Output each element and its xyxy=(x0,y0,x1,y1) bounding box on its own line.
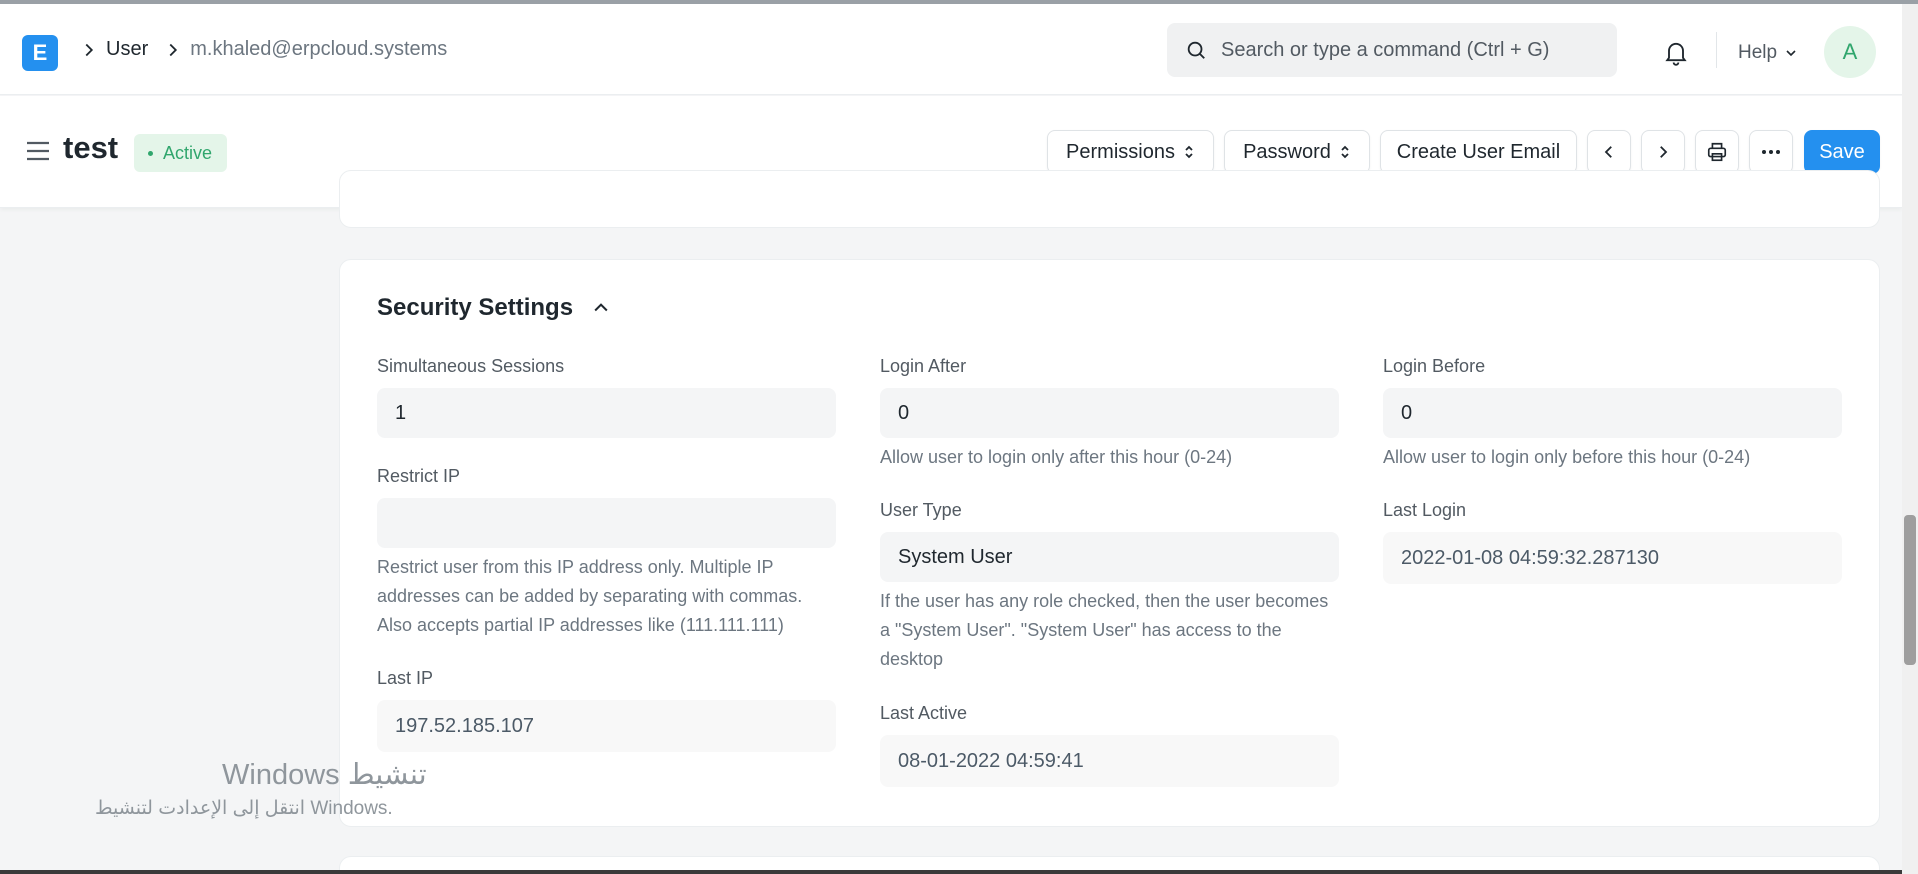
printer-icon xyxy=(1707,142,1727,162)
last-login-value: 2022-01-08 04:59:32.287130 xyxy=(1383,532,1842,584)
user-type-description: If the user has any role checked, then t… xyxy=(880,591,1329,669)
login-after-input[interactable]: 0 xyxy=(880,388,1339,438)
next-record-button[interactable] xyxy=(1641,130,1685,174)
windows-activation-hint: انتقل إلى الإعدادت لتنشيط Windows. xyxy=(95,798,393,819)
navbar: E User m.khaled@erpcloud.systems Search … xyxy=(0,4,1902,95)
chevron-up-icon xyxy=(594,303,608,312)
more-dots-icon xyxy=(1762,150,1780,154)
create-user-email-button[interactable]: Create User Email xyxy=(1380,130,1577,174)
scrollbar-thumb[interactable] xyxy=(1904,515,1916,665)
last-active-label: Last Active xyxy=(880,703,968,723)
login-after-description: Allow user to login only after this hour… xyxy=(880,447,1233,467)
chevron-right-icon xyxy=(85,43,94,56)
section-header[interactable]: Security Settings xyxy=(377,294,611,322)
select-arrows-icon xyxy=(1185,145,1193,159)
breadcrumb: User m.khaled@erpcloud.systems xyxy=(78,38,461,61)
save-button[interactable]: Save xyxy=(1804,130,1880,174)
last-login-label: Last Login xyxy=(1383,500,1467,520)
more-actions-button[interactable] xyxy=(1749,130,1793,174)
password-button[interactable]: Password xyxy=(1224,130,1370,174)
simultaneous-sessions-input[interactable]: 1 xyxy=(377,388,836,438)
windows-activation-title: تنشيط Windows xyxy=(222,759,427,791)
help-dropdown[interactable]: Help xyxy=(1738,42,1799,64)
last-ip-value: 197.52.185.107 xyxy=(377,700,836,752)
app-logo[interactable]: E xyxy=(22,35,58,71)
page-title: test xyxy=(63,130,119,165)
chevron-left-icon xyxy=(1604,146,1612,158)
user-type-label: User Type xyxy=(880,500,962,520)
avatar[interactable]: A xyxy=(1824,26,1876,78)
search-placeholder: Search or type a command (Ctrl + G) xyxy=(1221,38,1550,61)
scrollbar-track[interactable] xyxy=(1902,4,1918,874)
restrict-ip-input[interactable] xyxy=(377,498,836,548)
chevron-right-icon xyxy=(169,43,178,56)
status-label: Active xyxy=(163,142,213,163)
last-active-value: 08-01-2022 04:59:41 xyxy=(880,735,1339,787)
login-before-input[interactable]: 0 xyxy=(1383,388,1842,438)
simultaneous-sessions-label: Simultaneous Sessions xyxy=(377,356,565,376)
breadcrumb-record[interactable]: m.khaled@erpcloud.systems xyxy=(190,38,447,61)
navbar-divider xyxy=(1716,32,1717,68)
login-after-label: Login After xyxy=(880,356,967,376)
status-dot xyxy=(148,150,153,156)
taskbar-edge xyxy=(0,870,1902,874)
last-ip-label: Last IP xyxy=(377,668,434,688)
search-input[interactable]: Search or type a command (Ctrl + G) xyxy=(1167,23,1617,77)
restrict-ip-description: Restrict user from this IP address only.… xyxy=(377,557,803,635)
security-settings-section: Security Settings Simultaneous Sessions … xyxy=(339,259,1880,827)
help-label: Help xyxy=(1738,42,1778,63)
chevron-down-icon xyxy=(1786,50,1796,57)
user-type-select[interactable]: System User xyxy=(880,532,1339,582)
previous-section-card xyxy=(339,170,1880,228)
previous-record-button[interactable] xyxy=(1587,130,1631,174)
select-arrows-icon xyxy=(1341,145,1349,159)
breadcrumb-user[interactable]: User xyxy=(106,38,148,61)
permissions-label: Permissions xyxy=(1066,140,1175,163)
permissions-button[interactable]: Permissions xyxy=(1047,130,1214,174)
search-icon xyxy=(1187,41,1205,59)
sidebar-toggle-icon[interactable] xyxy=(25,140,51,162)
bell-icon[interactable] xyxy=(1662,37,1690,67)
login-before-description: Allow user to login only before this hou… xyxy=(1383,447,1751,467)
section-title: Security Settings xyxy=(377,294,574,321)
chevron-right-icon xyxy=(1660,146,1668,158)
restrict-ip-label: Restrict IP xyxy=(377,466,461,486)
print-button[interactable] xyxy=(1695,130,1739,174)
password-label: Password xyxy=(1243,140,1331,163)
login-before-label: Login Before xyxy=(1383,356,1486,376)
status-badge: Active xyxy=(134,134,228,172)
